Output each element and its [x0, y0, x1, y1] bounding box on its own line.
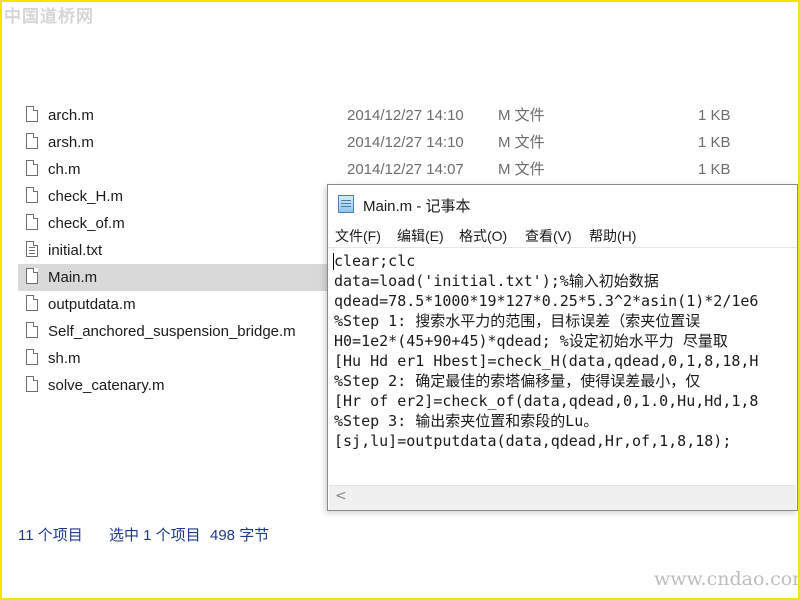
- file-row[interactable]: arch.m: [18, 102, 328, 129]
- notepad-title-bar[interactable]: Main.m - 记事本: [328, 185, 797, 223]
- notepad-window[interactable]: Main.m - 记事本 文件(F) 编辑(E) 格式(O) 查看(V) 帮助(…: [327, 184, 798, 511]
- file-name: solve_catenary.m: [48, 377, 165, 394]
- file-date-modified: 2014/12/27 14:10: [347, 134, 464, 151]
- menu-help[interactable]: 帮助(H): [589, 226, 636, 246]
- menu-format[interactable]: 格式(O): [459, 226, 507, 246]
- file-name: arch.m: [48, 107, 94, 124]
- file-date-modified: 2014/12/27 14:10: [347, 107, 464, 124]
- text-line: [sj,lu]=outputdata(data,qdead,Hr,of,1,8,…: [334, 432, 732, 450]
- text-line: %Step 1: 搜索水平力的范围，目标误差（索夹位置误: [334, 312, 701, 330]
- file-type: M 文件: [498, 107, 545, 124]
- notepad-menu-bar: 文件(F) 编辑(E) 格式(O) 查看(V) 帮助(H): [328, 223, 797, 248]
- watermark-url-bottom-right: www.cndao.com: [654, 568, 800, 590]
- file-name: check_H.m: [48, 188, 124, 205]
- status-selected-size: 498 字节: [210, 527, 270, 544]
- file-row[interactable]: sh.m: [18, 345, 328, 372]
- file-row[interactable]: solve_catenary.m: [18, 372, 328, 399]
- file-row[interactable]: Self_anchored_suspension_bridge.m: [18, 318, 328, 345]
- file-name: Main.m: [48, 269, 98, 286]
- file-row[interactable]: check_H.m: [18, 183, 328, 210]
- text-line: [Hr of er2]=check_of(data,qdead,0,1.0,Hu…: [334, 392, 759, 410]
- file-name: check_of.m: [48, 215, 125, 232]
- file-row[interactable]: initial.txt: [18, 237, 328, 264]
- text-line: data=load('initial.txt');%输入初始数据: [334, 272, 659, 290]
- menu-file[interactable]: 文件(F): [335, 226, 381, 246]
- file-row[interactable]: check_of.m: [18, 210, 328, 237]
- m-file-icon: [26, 349, 38, 365]
- menu-view[interactable]: 查看(V): [525, 226, 572, 246]
- file-size: 1 KB: [698, 161, 731, 178]
- text-line: H0=1e2*(45+90+45)*qdead; %设定初始水平力 尽量取: [334, 332, 728, 350]
- file-type: M 文件: [498, 134, 545, 151]
- m-file-icon: [26, 295, 38, 311]
- file-name: sh.m: [48, 350, 81, 367]
- file-name: Self_anchored_suspension_bridge.m: [48, 323, 296, 340]
- scroll-left-arrow-icon[interactable]: <: [335, 488, 347, 504]
- m-file-icon: [26, 322, 38, 338]
- file-row[interactable]: arsh.m: [18, 129, 328, 156]
- status-selected-count: 选中 1 个项目: [109, 527, 201, 544]
- m-file-icon: [26, 160, 38, 176]
- watermark-logo-top-left: 中国道桥网: [4, 7, 94, 27]
- file-size: 1 KB: [698, 107, 731, 124]
- m-file-icon: [26, 187, 38, 203]
- file-name: outputdata.m: [48, 296, 136, 313]
- file-name: initial.txt: [48, 242, 103, 259]
- m-file-icon: [26, 268, 38, 284]
- text-line: qdead=78.5*1000*19*127*0.25*5.3^2*asin(1…: [334, 292, 759, 310]
- m-file-icon: [26, 133, 38, 149]
- file-type: M 文件: [498, 161, 545, 178]
- m-file-icon: [26, 376, 38, 392]
- m-file-icon: [26, 106, 38, 122]
- text-line: %Step 2: 确定最佳的索塔偏移量，使得误差最小，仅: [334, 372, 701, 390]
- file-name: arsh.m: [48, 134, 94, 151]
- text-file-icon: [26, 241, 38, 257]
- file-date-modified: 2014/12/27 14:07: [347, 161, 464, 178]
- file-size: 1 KB: [698, 134, 731, 151]
- status-item-count: 11 个项目: [18, 527, 83, 544]
- text-line: clear;clc: [334, 252, 416, 270]
- notepad-text-area[interactable]: clear;clc data=load('initial.txt');%输入初始数…: [330, 249, 797, 483]
- file-row[interactable]: outputdata.m: [18, 291, 328, 318]
- text-line: %Step 3: 输出索夹位置和索段的Lu。: [334, 412, 599, 430]
- m-file-icon: [26, 214, 38, 230]
- file-name: ch.m: [48, 161, 81, 178]
- text-line: [Hu Hd er1 Hbest]=check_H(data,qdead,0,1…: [334, 352, 759, 370]
- notepad-icon: [338, 195, 354, 213]
- file-row[interactable]: ch.m: [18, 156, 328, 183]
- horizontal-scrollbar[interactable]: <: [329, 485, 796, 510]
- file-row[interactable]: Main.m: [18, 264, 328, 291]
- menu-edit[interactable]: 编辑(E): [397, 226, 444, 246]
- notepad-title: Main.m - 记事本: [363, 198, 471, 215]
